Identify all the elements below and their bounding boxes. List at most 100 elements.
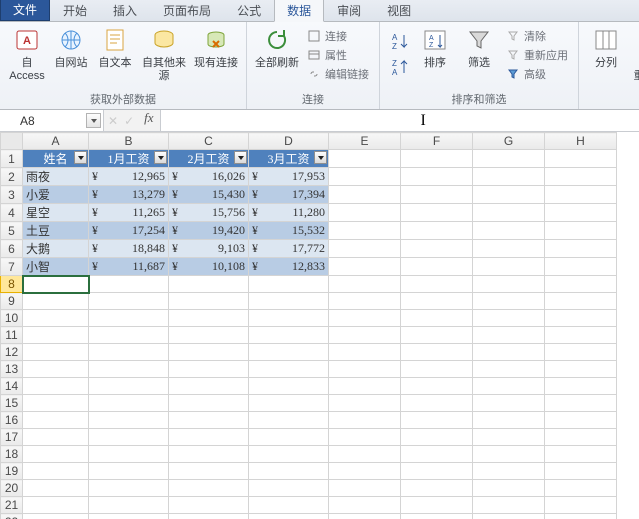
row-header[interactable]: 9	[1, 293, 23, 310]
cell[interactable]	[249, 429, 329, 446]
cell[interactable]	[249, 395, 329, 412]
cell[interactable]	[473, 204, 545, 222]
cell[interactable]	[249, 514, 329, 519]
row-header[interactable]: 21	[1, 497, 23, 514]
cell[interactable]	[23, 497, 89, 514]
cell[interactable]	[329, 480, 401, 497]
cell[interactable]	[23, 463, 89, 480]
cell[interactable]	[401, 514, 473, 519]
cell[interactable]: ¥10,108	[169, 258, 249, 276]
tab-layout[interactable]: 页面布局	[150, 0, 224, 21]
cell[interactable]	[329, 514, 401, 519]
cell[interactable]	[23, 446, 89, 463]
name-box-dropdown[interactable]	[86, 113, 101, 128]
cell[interactable]	[249, 293, 329, 310]
reapply-button[interactable]: 重新应用	[504, 46, 570, 64]
cell[interactable]	[545, 186, 617, 204]
cell[interactable]	[329, 327, 401, 344]
advanced-button[interactable]: 高级	[504, 65, 570, 83]
cell[interactable]	[23, 412, 89, 429]
cell[interactable]	[249, 344, 329, 361]
row-header[interactable]: 16	[1, 412, 23, 429]
row-header[interactable]: 20	[1, 480, 23, 497]
cell[interactable]	[89, 378, 169, 395]
cell[interactable]	[401, 240, 473, 258]
cell[interactable]	[329, 412, 401, 429]
cell[interactable]	[329, 429, 401, 446]
cell[interactable]	[329, 276, 401, 293]
cell[interactable]	[473, 412, 545, 429]
from-web-button[interactable]: 自网站	[50, 24, 92, 72]
clear-button[interactable]: 清除	[504, 27, 570, 45]
cell[interactable]	[169, 344, 249, 361]
cell[interactable]	[545, 204, 617, 222]
name-box[interactable]: A8	[0, 110, 104, 131]
cell[interactable]	[473, 240, 545, 258]
cell[interactable]: ¥18,848	[89, 240, 169, 258]
cell[interactable]	[23, 480, 89, 497]
filter-dropdown-button[interactable]	[314, 151, 327, 164]
cell[interactable]	[329, 204, 401, 222]
edit-links-button[interactable]: 编辑链接	[305, 65, 371, 83]
cell[interactable]	[89, 480, 169, 497]
cell[interactable]: ¥11,265	[89, 204, 169, 222]
cell[interactable]	[401, 186, 473, 204]
cell[interactable]	[329, 497, 401, 514]
cell[interactable]	[545, 480, 617, 497]
row-header[interactable]: 6	[1, 240, 23, 258]
cell[interactable]	[249, 463, 329, 480]
sort-button[interactable]: AZ 排序	[414, 24, 456, 72]
cell[interactable]	[473, 186, 545, 204]
row-header[interactable]: 18	[1, 446, 23, 463]
cell[interactable]	[169, 378, 249, 395]
from-text-button[interactable]: 自文本	[94, 24, 136, 72]
cell[interactable]: 大鹅	[23, 240, 89, 258]
from-other-button[interactable]: 自其他来源	[138, 24, 190, 85]
cell[interactable]	[401, 361, 473, 378]
cell[interactable]	[401, 150, 473, 168]
col-header-A[interactable]: A	[23, 133, 89, 150]
cell[interactable]	[89, 514, 169, 519]
cell[interactable]	[401, 395, 473, 412]
table-header-cell[interactable]: 3月工资	[249, 150, 329, 168]
cell[interactable]	[169, 412, 249, 429]
cell[interactable]	[473, 327, 545, 344]
cell[interactable]	[249, 276, 329, 293]
cell[interactable]	[545, 463, 617, 480]
cell[interactable]: 小爱	[23, 186, 89, 204]
cell[interactable]	[545, 293, 617, 310]
row-header[interactable]: 5	[1, 222, 23, 240]
table-header-cell[interactable]: 2月工资	[169, 150, 249, 168]
filter-button[interactable]: 筛选	[458, 24, 500, 72]
cell[interactable]	[473, 361, 545, 378]
cell[interactable]	[23, 276, 89, 293]
col-header-E[interactable]: E	[329, 133, 401, 150]
tab-view[interactable]: 视图	[374, 0, 424, 21]
cell[interactable]	[473, 395, 545, 412]
row-header[interactable]: 4	[1, 204, 23, 222]
cell[interactable]	[401, 344, 473, 361]
cell[interactable]	[545, 276, 617, 293]
existing-conn-button[interactable]: 现有连接	[192, 24, 240, 72]
cell[interactable]	[545, 150, 617, 168]
cell[interactable]	[473, 293, 545, 310]
filter-dropdown-button[interactable]	[154, 151, 167, 164]
cell[interactable]	[545, 429, 617, 446]
cell[interactable]: ¥11,687	[89, 258, 169, 276]
formula-input[interactable]: I	[160, 110, 639, 131]
cell[interactable]	[89, 344, 169, 361]
cell[interactable]	[473, 310, 545, 327]
cell[interactable]	[401, 327, 473, 344]
cell[interactable]	[329, 463, 401, 480]
cell[interactable]	[329, 395, 401, 412]
properties-button[interactable]: 属性	[305, 46, 371, 64]
cell[interactable]	[401, 168, 473, 186]
cell[interactable]	[249, 412, 329, 429]
row-header[interactable]: 1	[1, 150, 23, 168]
cell[interactable]	[329, 240, 401, 258]
cell[interactable]	[23, 361, 89, 378]
row-header[interactable]: 10	[1, 310, 23, 327]
cell[interactable]	[401, 412, 473, 429]
cell[interactable]: 土豆	[23, 222, 89, 240]
cell[interactable]	[249, 310, 329, 327]
